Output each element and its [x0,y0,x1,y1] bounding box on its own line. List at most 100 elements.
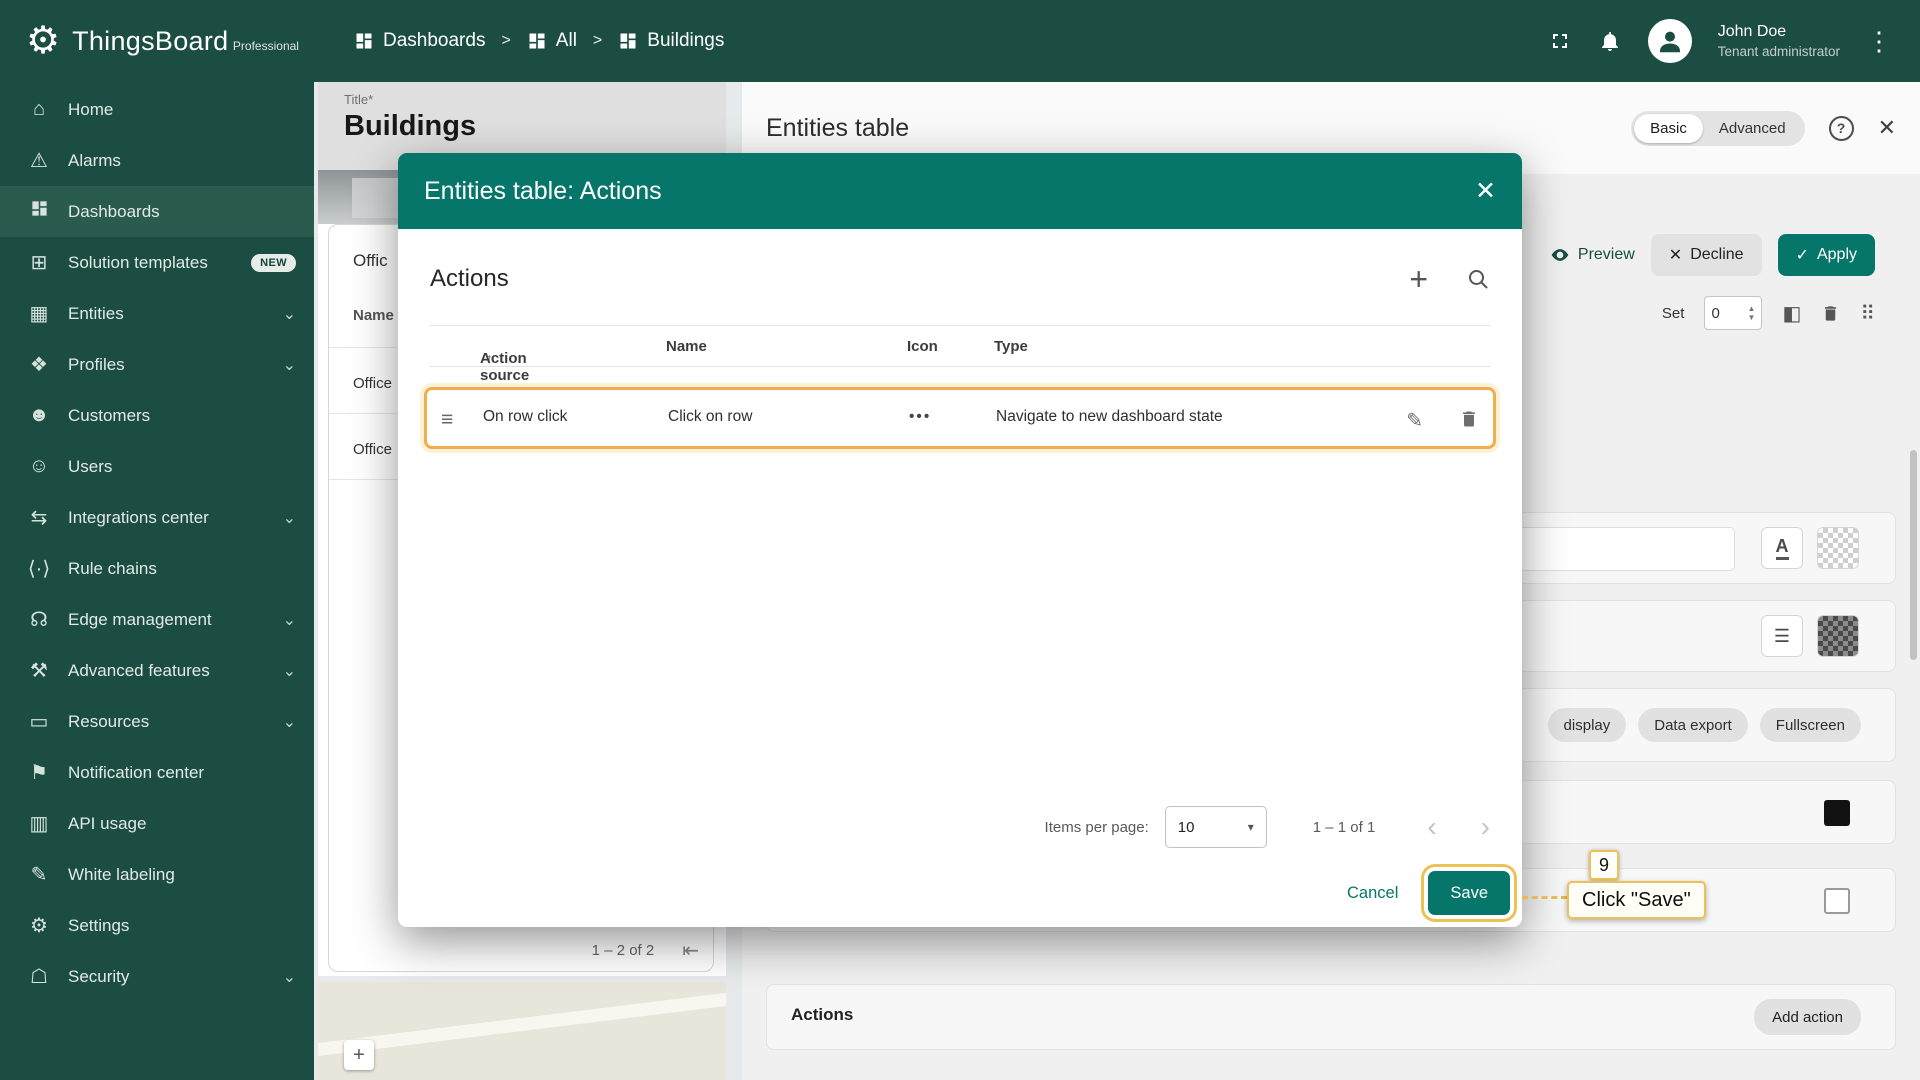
sidebar-item-profiles[interactable]: ❖ Profiles ⌄ [0,339,314,390]
background-color-swatch[interactable] [1817,527,1859,569]
widget-tab-label[interactable]: Offic [353,251,388,271]
stepper-up-icon[interactable]: ▲ [1748,304,1756,313]
brand-name: ThingsBoard [72,26,228,56]
map-widget: + [318,982,726,1080]
notifications-bell-icon[interactable] [1598,29,1622,53]
count-stepper[interactable]: 0 ▲ ▼ [1704,296,1762,330]
chevron-down-icon: ⌄ [283,967,296,987]
topbar: ⚙ ThingsBoard Professional Dashboards > … [0,0,1920,82]
breadcrumb-buildings[interactable]: Buildings [618,30,724,52]
preview-button[interactable]: Preview [1550,245,1635,265]
palette-icon[interactable]: ◧ [1782,301,1801,326]
list-style-icon[interactable]: ☰ [1761,615,1803,657]
sidebar-item-advanced-features[interactable]: ⚒ Advanced features ⌄ [0,645,314,696]
sidebar-item-alarms[interactable]: ⚠ Alarms [0,135,314,186]
solution-templates-icon: ⊞ [27,250,51,275]
count-value: 0 [1711,305,1741,322]
sidebar-item-entities[interactable]: ▦ Entities ⌄ [0,288,314,339]
map-zoom-in-button[interactable]: + [344,1040,374,1070]
sidebar-item-rule-chains[interactable]: ⟨·⟩ Rule chains [0,543,314,594]
sidebar-item-white-labeling[interactable]: ✎ White labeling [0,849,314,900]
widget-row[interactable]: Office [353,375,392,392]
actions-dialog: Entities table: Actions ✕ Actions + Acti… [398,153,1522,927]
apply-button[interactable]: ✓ Apply [1778,234,1875,276]
cell-action-name: Click on row [668,408,752,426]
sidebar-item-label: Security [68,967,129,987]
delete-trash-icon[interactable] [1459,408,1479,435]
sidebar-item-label: Alarms [68,151,121,171]
tab-basic[interactable]: Basic [1634,114,1703,143]
sidebar-item-security[interactable]: ☖ Security ⌄ [0,951,314,1002]
decline-label: Decline [1690,246,1743,264]
color-swatch-white[interactable] [1824,888,1850,914]
sidebar-item-label: Rule chains [68,559,157,579]
widget-row[interactable]: Office [353,441,392,458]
sidebar-item-notification-center[interactable]: ⚑ Notification center [0,747,314,798]
sidebar-item-dashboards[interactable]: Dashboards [0,186,314,237]
alarm-icon: ⚠ [27,148,51,173]
add-action-icon[interactable]: + [1409,263,1428,295]
sidebar-item-label: Home [68,100,113,120]
annotation-connector-line [1522,896,1567,899]
fullscreen-icon[interactable] [1548,29,1572,53]
action-table-row[interactable]: ≡ On row click Click on row ••• Navigate… [424,387,1496,449]
breadcrumb-all[interactable]: All [527,30,577,52]
search-icon[interactable] [1466,267,1490,291]
edit-pencil-icon[interactable]: ✎ [1406,408,1423,433]
set-label: Set [1662,305,1685,322]
first-page-icon[interactable]: ⇤ [682,938,699,963]
sidebar-item-solution-templates[interactable]: ⊞ Solution templates NEW [0,237,314,288]
sidebar-item-edge-management[interactable]: ☊ Edge management ⌄ [0,594,314,645]
drag-indicator-icon[interactable]: ⠿ [1860,301,1875,326]
home-icon: ⌂ [27,98,51,121]
color-swatch-black[interactable] [1824,800,1850,826]
sidebar-item-integrations-center[interactable]: ⇆ Integrations center ⌄ [0,492,314,543]
scrollbar[interactable] [1910,450,1917,660]
sidebar-item-customers[interactable]: ☻ Customers [0,390,314,441]
column-name[interactable]: Name [666,338,707,355]
sidebar-item-settings[interactable]: ⚙ Settings [0,900,314,951]
dark-color-swatch[interactable] [1817,615,1859,657]
sidebar-item-users[interactable]: ☺ Users [0,441,314,492]
thingsboard-logo[interactable]: ⚙ ThingsBoard Professional [0,22,314,60]
decline-button[interactable]: ✕ Decline [1651,234,1762,276]
font-color-icon[interactable]: A [1761,527,1803,569]
breadcrumb-dashboards[interactable]: Dashboards [354,30,485,52]
advanced-features-icon: ⚒ [27,658,51,683]
title-field-value: Buildings [344,110,700,143]
sidebar-item-resources[interactable]: ▭ Resources ⌄ [0,696,314,747]
close-config-icon[interactable]: ✕ [1878,115,1896,141]
sidebar-item-label: Edge management [68,610,212,630]
save-button[interactable]: Save [1428,871,1510,915]
actions-table-header: Action source↑ Name Icon Type [430,325,1490,367]
tab-advanced[interactable]: Advanced [1703,114,1802,143]
cancel-button[interactable]: Cancel [1347,884,1398,903]
next-page-icon[interactable]: › [1481,811,1490,843]
more-menu-icon[interactable]: ⋮ [1866,26,1892,57]
close-icon: ✕ [1669,245,1682,265]
chip-display[interactable]: display [1548,708,1627,742]
dialog-toolbar: Actions + [430,253,1490,305]
add-action-button[interactable]: Add action [1754,999,1861,1035]
stepper-down-icon[interactable]: ▼ [1748,313,1756,322]
sidebar-item-label: Advanced features [68,661,210,681]
chip-fullscreen[interactable]: Fullscreen [1760,708,1861,742]
user-info[interactable]: John Doe Tenant administrator [1718,22,1840,60]
cell-action-type: Navigate to new dashboard state [996,408,1223,426]
chip-data-export[interactable]: Data export [1638,708,1748,742]
drag-handle-icon[interactable]: ≡ [441,408,453,432]
annotation-callout: Click "Save" [1567,881,1706,919]
delete-icon[interactable] [1821,303,1840,324]
sidebar-item-api-usage[interactable]: ▥ API usage [0,798,314,849]
items-per-page-select[interactable]: 10 ▾ [1165,806,1267,848]
actions-section-label: Actions [791,1005,853,1025]
column-type[interactable]: Type [994,338,1028,355]
previous-page-icon[interactable]: ‹ [1427,811,1436,843]
column-icon[interactable]: Icon [907,338,938,355]
edge-management-icon: ☊ [27,607,51,632]
help-icon[interactable]: ? [1829,116,1854,141]
close-icon[interactable]: ✕ [1475,176,1496,206]
user-avatar[interactable] [1648,19,1692,63]
sidebar-item-home[interactable]: ⌂ Home [0,84,314,135]
integrations-icon: ⇆ [27,505,51,530]
